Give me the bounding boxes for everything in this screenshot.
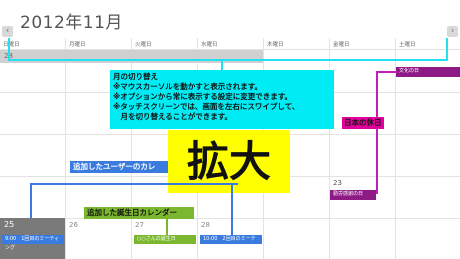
day-number: 28 bbox=[201, 221, 210, 229]
grid-line bbox=[0, 218, 460, 219]
month-title: 2012年11月 bbox=[20, 13, 123, 33]
prev-month-button[interactable]: ‹ bbox=[2, 26, 13, 37]
event-labor-day[interactable]: 勤労感謝の日 bbox=[330, 190, 376, 200]
prev-month-days bbox=[0, 50, 263, 63]
birthday-connector bbox=[166, 218, 168, 235]
weekday-fri: 金曜日 bbox=[333, 42, 350, 48]
guide-line bbox=[8, 59, 446, 61]
holiday-connector bbox=[376, 71, 397, 73]
event-meeting-1[interactable]: 9:00 1回目のミーティング bbox=[2, 235, 64, 251]
weekday-sun: 日曜日 bbox=[3, 42, 20, 48]
next-month-button[interactable]: › bbox=[447, 26, 458, 37]
grid-line bbox=[65, 38, 66, 259]
weekday-wed: 水曜日 bbox=[201, 42, 218, 48]
weekday-mon: 月曜日 bbox=[69, 42, 86, 48]
guide-line bbox=[221, 61, 223, 70]
day-number: 25 bbox=[4, 220, 15, 229]
month-switch-callout: 月の切り替え ※マウスカーソルを動かすと表示されます。 ※オプションから常に表示… bbox=[110, 70, 334, 129]
event-culture-day[interactable]: 文化の日 bbox=[396, 67, 460, 77]
user-calendar-label: 追加したユーザーのカレ bbox=[70, 161, 168, 173]
weekday-thu: 木曜日 bbox=[267, 42, 284, 48]
weekday-tue: 火曜日 bbox=[135, 42, 152, 48]
guide-line bbox=[446, 38, 448, 61]
user-connector bbox=[231, 183, 233, 235]
guide-line bbox=[8, 38, 10, 61]
user-connector bbox=[30, 183, 238, 185]
event-birthday[interactable]: ○○さんの誕生日 bbox=[134, 235, 196, 244]
weekday-sat: 土曜日 bbox=[399, 42, 416, 48]
day-number: 26 bbox=[69, 221, 78, 229]
event-meeting-2[interactable]: 10:00 2回目のミーティング bbox=[200, 235, 262, 251]
day-number: 23 bbox=[333, 179, 342, 187]
birthday-calendar-label: 追加した誕生日カレンダー bbox=[84, 207, 194, 219]
day-number: 27 bbox=[135, 221, 144, 229]
holiday-calendar-label: 日本の休日 bbox=[342, 117, 384, 129]
holiday-connector bbox=[376, 71, 378, 194]
